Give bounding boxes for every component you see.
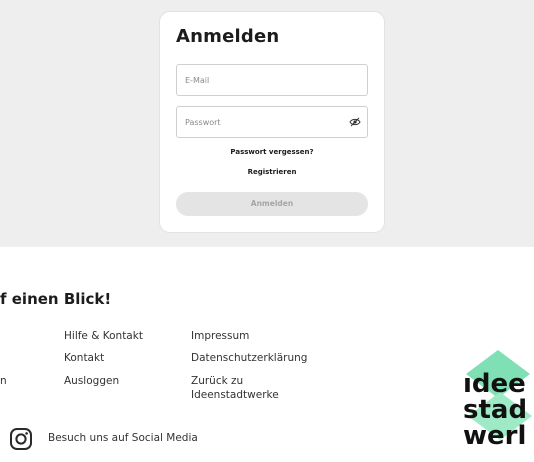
footer-link-contact[interactable]: Kontakt	[64, 352, 104, 365]
eye-off-icon[interactable]	[349, 117, 361, 127]
footer-link-help-contact[interactable]: Hilfe & Kontakt	[64, 330, 143, 343]
instagram-icon[interactable]	[9, 427, 33, 451]
login-submit-button[interactable]: Anmelden	[176, 192, 368, 216]
footer-link-partial[interactable]: n	[0, 375, 7, 388]
footer-link-back-line2[interactable]: Ideenstadtwerke	[191, 389, 279, 402]
login-title: Anmelden	[176, 26, 280, 47]
footer-link-back-line1[interactable]: Zurück zu	[191, 375, 243, 388]
footer-link-privacy[interactable]: Datenschutzerklärung	[191, 352, 307, 365]
email-input[interactable]	[177, 65, 345, 95]
social-media-label[interactable]: Besuch uns auf Social Media	[48, 432, 198, 444]
footer-heading: f einen Blick!	[0, 290, 112, 308]
email-field[interactable]	[176, 64, 368, 96]
password-input[interactable]	[177, 107, 345, 137]
svg-text:werl: werl	[463, 421, 526, 451]
register-link[interactable]: Registrieren	[160, 168, 384, 176]
login-section-background: Anmelden Passwort vergessen? Registriere…	[0, 0, 534, 247]
brand-logo[interactable]: ıdee stad werl	[460, 348, 534, 462]
login-card: Anmelden Passwort vergessen? Registriere…	[159, 11, 385, 233]
footer-link-logout[interactable]: Ausloggen	[64, 375, 119, 388]
password-field[interactable]	[176, 106, 368, 138]
forgot-password-link[interactable]: Passwort vergessen?	[160, 148, 384, 156]
footer-link-imprint[interactable]: Impressum	[191, 330, 249, 343]
